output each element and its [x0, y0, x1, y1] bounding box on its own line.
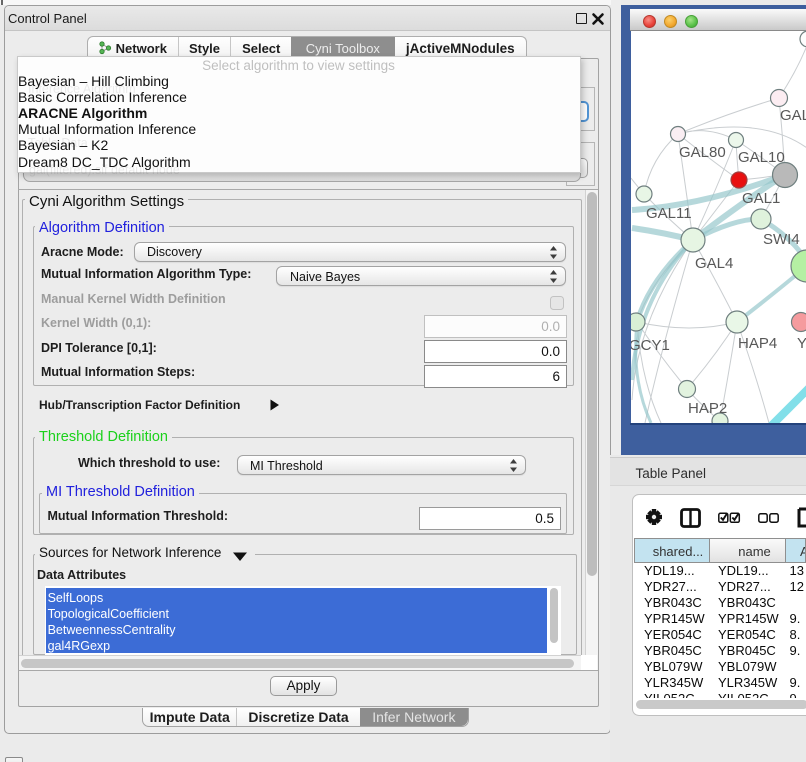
- svg-text:GAL1: GAL1: [742, 190, 780, 207]
- svg-text:HAP2: HAP2: [688, 400, 727, 417]
- svg-text:SWI4: SWI4: [763, 231, 800, 248]
- svg-text:GAL4: GAL4: [695, 255, 733, 272]
- svg-text:GAL11: GAL11: [646, 205, 692, 222]
- svg-text:HAP4: HAP4: [738, 335, 777, 352]
- svg-text:GCY1: GCY1: [631, 337, 670, 354]
- svg-text:GAL2: GAL2: [780, 107, 806, 124]
- svg-text:YJ: YJ: [797, 335, 806, 352]
- svg-text:GAL80: GAL80: [679, 144, 726, 161]
- svg-text:GAL10: GAL10: [738, 149, 785, 166]
